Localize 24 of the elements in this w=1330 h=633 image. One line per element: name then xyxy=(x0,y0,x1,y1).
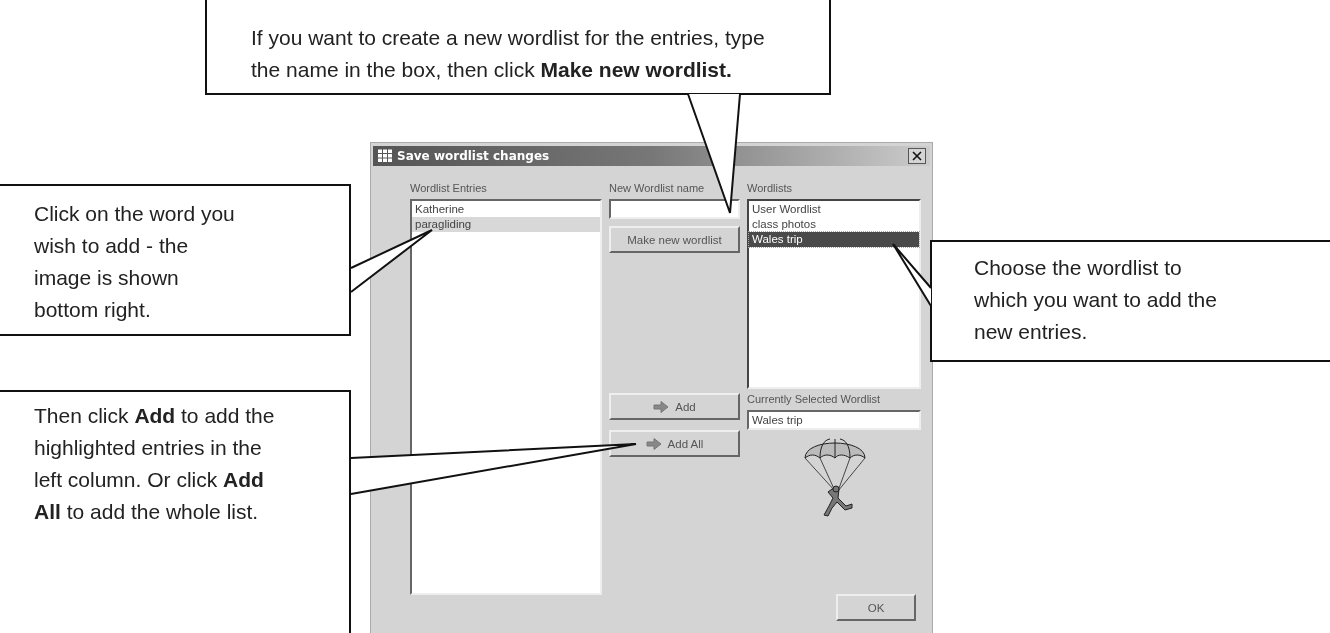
list-item[interactable]: Wales trip xyxy=(749,232,919,247)
grid-icon xyxy=(377,149,393,163)
input-field[interactable] xyxy=(609,199,740,219)
field-label: New Wordlist name xyxy=(609,181,706,196)
arrow-icon xyxy=(645,437,662,450)
list-item[interactable]: Katherine xyxy=(412,202,600,217)
selected-wordlist-field: Wales trip xyxy=(747,410,921,430)
field-label: Currently Selected Wordlist xyxy=(747,392,882,407)
list-label: Wordlist Entries xyxy=(410,181,488,196)
callout-text: Click on the word you wish to add - the image is shown bottom right. xyxy=(34,201,236,323)
callout-text: If you want to create a new wordlist for the entries, type the name in the box, then click Make new wordlist. xyxy=(251,25,766,83)
make-wordlist-button[interactable]: Make new wordlist xyxy=(609,226,740,253)
arrow-icon xyxy=(653,400,670,413)
list-item[interactable]: class photos xyxy=(749,217,919,232)
callout-text: Choose the wordlist to which you want to add the new entries. xyxy=(974,255,1218,345)
list-item[interactable]: paragliding xyxy=(412,217,600,232)
ok-button[interactable]: OK xyxy=(836,594,916,621)
add-button[interactable]: Add All xyxy=(609,430,740,457)
close-icon[interactable] xyxy=(908,148,926,164)
add-button[interactable]: Add xyxy=(609,393,740,420)
window-title: Save wordlist changes xyxy=(397,149,550,163)
list-label: Wordlists xyxy=(747,181,794,196)
callout-text: Then click Add to add the highlighted entries in the left column. Or click Add All to add the whole list. xyxy=(34,403,276,525)
list-item[interactable]: User Wordlist xyxy=(749,202,919,217)
